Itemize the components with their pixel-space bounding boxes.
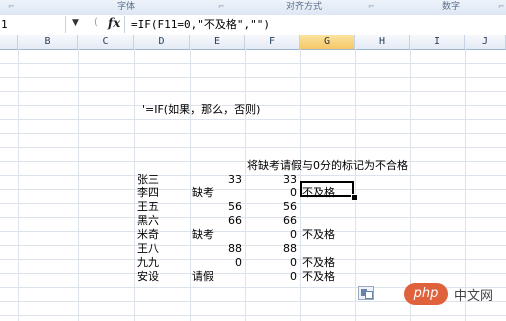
column-header-g[interactable]: G [300,35,355,49]
result-cell[interactable]: 0 [245,186,297,199]
remark-cell[interactable]: 请假 [192,270,214,283]
remark-cell[interactable]: 缺考 [192,228,214,241]
grid-line [78,49,79,321]
ribbon-group-labels: ⌐ 字体 ⌐ 对齐方式 ⌐ 数字 ⌐ [0,0,506,16]
active-cell-selection[interactable] [300,181,354,197]
formula-bar: 1 ▼ ( fx =IF(F11=0,"不及格","") [0,15,506,36]
ribbon-group-font: 字体 [117,2,136,12]
score-cell[interactable]: 0 [190,256,242,269]
grid-line [465,49,466,321]
name-cell[interactable]: 安设 [137,270,159,283]
column-header-i[interactable]: I [410,35,465,49]
name-cell[interactable]: 张三 [137,173,159,186]
column-header-c[interactable]: C [78,35,134,49]
flag-cell[interactable]: 不及格 [302,270,335,283]
sheet-icon [365,291,373,299]
ribbon-group-alignment: 对齐方式 [286,2,323,12]
grid-line [0,147,506,148]
remark-cell[interactable]: 缺考 [192,186,214,199]
note-cell[interactable]: '=IF(如果，那么，否则) [142,103,260,116]
name-box[interactable]: 1 [0,16,66,33]
watermark-badge: php [404,283,448,305]
result-cell[interactable]: 0 [245,228,297,241]
grid-line [134,49,135,321]
column-header-e[interactable]: E [190,35,245,49]
name-cell[interactable]: 王八 [137,242,159,255]
grid-line [0,63,506,64]
name-cell[interactable]: 王五 [137,200,159,213]
column-header-b[interactable]: B [18,35,78,49]
name-cell[interactable]: 九九 [137,256,159,269]
score-cell[interactable]: 56 [190,200,242,213]
header-cell[interactable]: 将缺考请假与0分的标记为不合格 [247,159,408,172]
grid-line [0,315,506,316]
flag-cell[interactable]: 不及格 [302,256,335,269]
score-cell[interactable]: 66 [190,214,242,227]
column-header-a[interactable] [0,35,18,49]
column-header-d[interactable]: D [134,35,190,49]
result-cell[interactable]: 66 [245,214,297,227]
name-cell[interactable]: 米奇 [137,228,159,241]
ribbon-group-number: 数字 [442,2,461,12]
grid-line [18,49,19,321]
result-cell[interactable]: 0 [245,270,297,283]
grid-line [355,49,356,321]
result-cell[interactable]: 88 [245,242,297,255]
column-header-f[interactable]: F [245,35,300,49]
dialog-launcher-icon[interactable]: ⌐ [8,0,15,14]
grid-line [410,49,411,321]
name-cell[interactable]: 李四 [137,186,159,199]
alignment-dialog-launcher-icon[interactable]: ⌐ [368,0,375,14]
grid-line [0,119,506,120]
cancel-icon[interactable]: ( [94,17,98,28]
column-header-h[interactable]: H [355,35,410,49]
formula-bar-divider [124,16,125,33]
number-dialog-launcher-icon[interactable]: ⌐ [498,0,505,14]
column-header-j[interactable]: J [465,35,506,49]
fill-handle[interactable] [351,194,358,201]
watermark-text: 中文网 [454,289,494,304]
grid-line [0,77,506,78]
name-cell[interactable]: 黑六 [137,214,159,227]
grid-line [0,133,506,134]
result-cell[interactable]: 33 [245,173,297,186]
score-cell[interactable]: 88 [190,242,242,255]
result-cell[interactable]: 0 [245,256,297,269]
column-header-row: B C D E F G H I J [0,35,506,50]
grid-line [0,91,506,92]
name-box-dropdown-icon[interactable]: ▼ [72,18,79,28]
formula-input[interactable]: =IF(F11=0,"不及格","") [131,17,270,32]
font-dialog-launcher-icon[interactable]: ⌐ [218,0,225,14]
insert-function-icon[interactable]: fx [108,16,120,30]
flag-cell[interactable]: 不及格 [302,228,335,241]
paste-options-icon[interactable] [358,286,374,300]
score-cell[interactable]: 33 [190,173,242,186]
result-cell[interactable]: 56 [245,200,297,213]
